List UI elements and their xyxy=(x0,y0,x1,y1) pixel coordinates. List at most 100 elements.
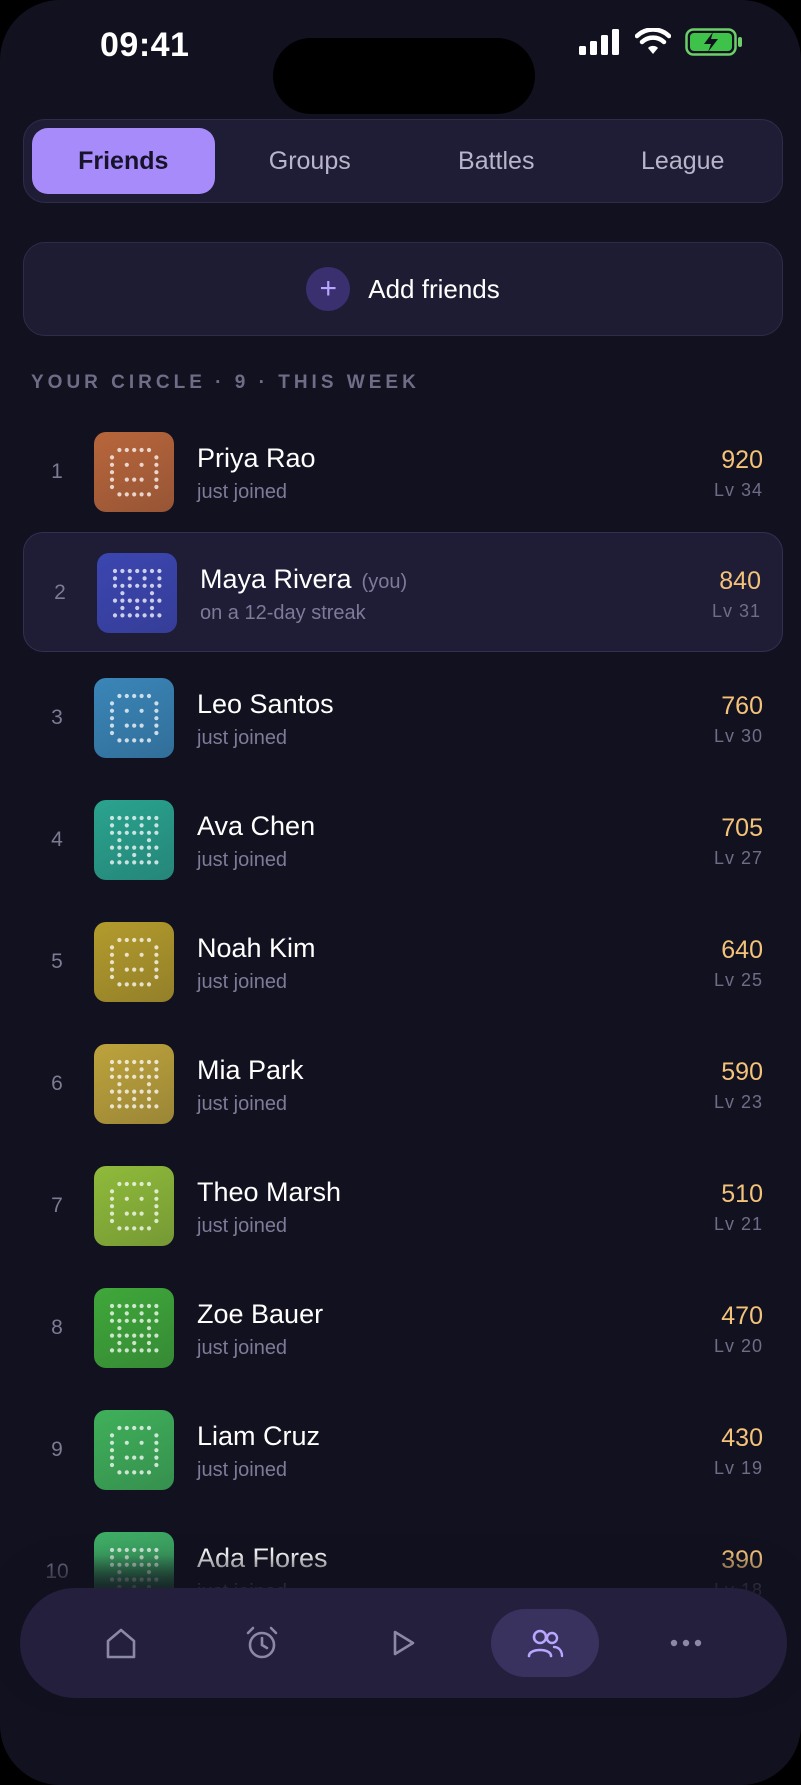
friends-screen: 09:41 Friends Groups Battles League + Ad… xyxy=(0,0,801,1785)
friend-name-text: Theo Marsh xyxy=(197,1177,342,1207)
friend-name-text: Zoe Bauer xyxy=(197,1299,324,1329)
friend-row[interactable]: 3 Leo Santos just joined 760 Lv 30 xyxy=(0,656,801,778)
friend-score: 920 xyxy=(721,446,763,474)
segmented-tabs: Friends Groups Battles League xyxy=(23,119,783,203)
rank-number: 5 xyxy=(51,950,63,973)
rank-number: 8 xyxy=(51,1316,63,1339)
friend-status: just joined xyxy=(197,1459,288,1481)
friend-status: just joined xyxy=(197,971,288,993)
battery-charging-icon xyxy=(685,28,742,56)
friend-level: Lv 23 xyxy=(713,1092,763,1112)
add-friends-button[interactable]: + Add friends xyxy=(23,242,783,336)
friend-name: Liam Cruz xyxy=(197,1421,320,1452)
rank-number: 6 xyxy=(51,1072,63,1095)
friend-status: on a 12-day streak xyxy=(200,602,366,624)
friends-icon xyxy=(527,1629,564,1658)
friend-row[interactable]: 7 Theo Marsh just joined 510 Lv 21 xyxy=(0,1144,801,1266)
tab-groups[interactable]: Groups xyxy=(219,128,402,194)
pixel-avatar-icon xyxy=(109,1059,159,1109)
friend-status: just joined xyxy=(197,727,288,749)
plus-icon: + xyxy=(306,267,351,311)
friend-name: Noah Kim xyxy=(197,933,316,964)
friend-score: 430 xyxy=(721,1424,763,1452)
friend-level: Lv 21 xyxy=(713,1214,763,1234)
nav-play[interactable] xyxy=(349,1609,457,1677)
friend-name-text: Leo Santos xyxy=(197,689,334,719)
friend-score: 760 xyxy=(721,692,763,720)
friend-row[interactable]: 9 Liam Cruz just joined 430 Lv 19 xyxy=(0,1388,801,1510)
rank-number: 3 xyxy=(51,706,63,729)
friend-score: 510 xyxy=(721,1180,763,1208)
friend-level: Lv 31 xyxy=(711,601,761,621)
avatar xyxy=(94,922,174,1002)
section-header: YOUR CIRCLE · 9 · THIS WEEK xyxy=(31,372,420,393)
friend-row[interactable]: 1 Priya Rao just joined 920 Lv 34 xyxy=(0,410,801,532)
pixel-avatar-icon xyxy=(109,447,159,497)
rank-number: 1 xyxy=(51,460,63,483)
friend-name: Maya Rivera (you) xyxy=(200,564,407,595)
home-icon xyxy=(106,1628,135,1659)
rank-number: 4 xyxy=(51,828,63,851)
friend-row[interactable]: 6 Mia Park just joined 590 Lv 23 xyxy=(0,1022,801,1144)
friend-name-text: Noah Kim xyxy=(197,933,316,963)
friend-score: 705 xyxy=(721,814,763,842)
friend-level: Lv 20 xyxy=(713,1336,763,1356)
dynamic-island xyxy=(273,38,535,114)
pixel-avatar-icon xyxy=(112,568,162,618)
friend-row[interactable]: 5 Noah Kim just joined 640 Lv 25 xyxy=(0,900,801,1022)
friend-name: Priya Rao xyxy=(197,443,316,474)
nav-home[interactable] xyxy=(67,1609,175,1677)
friend-name-text: Ava Chen xyxy=(197,811,316,841)
rank-number: 2 xyxy=(54,581,66,604)
avatar xyxy=(94,1288,174,1368)
pixel-avatar-icon xyxy=(109,815,159,865)
friend-level: Lv 27 xyxy=(713,848,763,868)
friend-row[interactable]: 8 Zoe Bauer just joined 470 Lv 20 xyxy=(0,1266,801,1388)
friend-name: Zoe Bauer xyxy=(197,1299,323,1330)
avatar xyxy=(94,1044,174,1124)
friend-status: just joined xyxy=(197,481,288,503)
alarm-clock-icon xyxy=(246,1626,278,1659)
pixel-avatar-icon xyxy=(109,1303,159,1353)
friend-name-text: Maya Rivera xyxy=(200,564,352,594)
nav-friends[interactable] xyxy=(490,1609,599,1677)
status-time: 09:41 xyxy=(100,26,190,64)
friend-row-self[interactable]: 2 Maya Rivera (you) on a 12-day streak 840 Lv… xyxy=(23,532,783,652)
friend-level: Lv 30 xyxy=(713,726,763,746)
friend-status: just joined xyxy=(197,1337,288,1359)
nav-more[interactable] xyxy=(632,1609,740,1677)
you-tag: (you) xyxy=(361,571,408,593)
friend-name: Mia Park xyxy=(197,1055,304,1086)
friend-level: Lv 34 xyxy=(713,480,763,500)
friend-row[interactable]: 4 Ava Chen just joined 705 Lv 27 xyxy=(0,778,801,900)
wifi-icon xyxy=(635,28,671,54)
tab-battles[interactable]: Battles xyxy=(405,128,588,194)
pixel-avatar-icon xyxy=(109,937,159,987)
friend-score: 590 xyxy=(721,1058,763,1086)
signal-icon xyxy=(579,29,619,55)
pixel-avatar-icon xyxy=(109,693,159,743)
avatar xyxy=(94,678,174,758)
add-friends-label: Add friends xyxy=(368,273,500,304)
friend-name: Ava Chen xyxy=(197,811,315,842)
friend-score: 470 xyxy=(721,1302,763,1330)
friend-score: 840 xyxy=(719,567,761,595)
tab-league[interactable]: League xyxy=(592,128,775,194)
avatar xyxy=(94,800,174,880)
friend-name: Leo Santos xyxy=(197,689,334,720)
rank-number: 7 xyxy=(51,1194,63,1217)
friend-status: just joined xyxy=(197,849,288,871)
play-icon xyxy=(394,1630,415,1656)
friend-score: 640 xyxy=(721,936,763,964)
nav-alarm[interactable] xyxy=(208,1609,316,1677)
friend-status: just joined xyxy=(197,1093,288,1115)
avatar xyxy=(97,553,177,633)
rank-number: 9 xyxy=(51,1438,63,1461)
more-icon xyxy=(671,1639,702,1647)
friend-level: Lv 19 xyxy=(713,1458,763,1478)
tab-friends[interactable]: Friends xyxy=(32,128,215,194)
friend-name-text: Priya Rao xyxy=(197,443,316,473)
avatar xyxy=(94,432,174,512)
pixel-avatar-icon xyxy=(109,1425,159,1475)
friend-status: just joined xyxy=(197,1215,288,1237)
